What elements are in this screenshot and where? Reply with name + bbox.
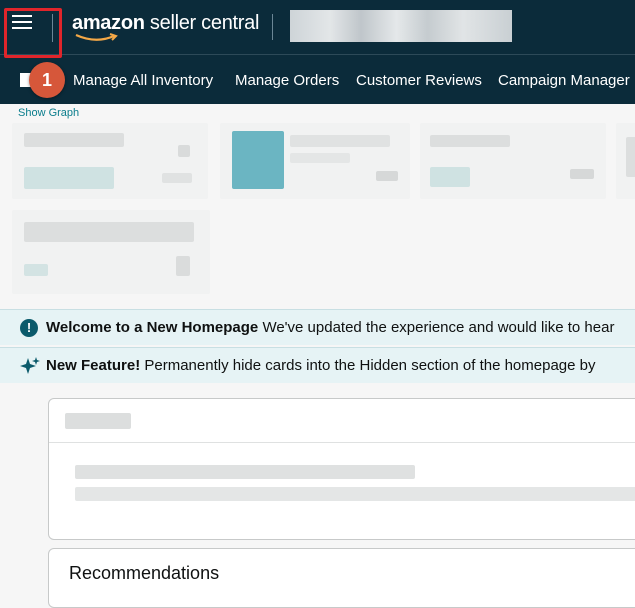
- nav-bar: Manage All Inventory Manage Orders Custo…: [0, 54, 635, 104]
- header-divider-2: [272, 14, 273, 40]
- step-badge: 1: [29, 62, 65, 98]
- sparkle-icon: [20, 357, 40, 374]
- nav-customer-reviews[interactable]: Customer Reviews: [356, 72, 482, 89]
- amazon-smile-logo-icon: [75, 33, 118, 41]
- welcome-banner: ! Welcome to a New Homepage We've update…: [0, 309, 635, 345]
- info-icon: !: [20, 319, 38, 337]
- show-graph-link[interactable]: Show Graph: [18, 107, 79, 119]
- metric-card[interactable]: [12, 210, 210, 294]
- new-feature-banner: New Feature! Permanently hide cards into…: [0, 347, 635, 383]
- hamburger-highlight-box: [4, 8, 62, 58]
- nav-campaign-manager[interactable]: Campaign Manager: [498, 72, 630, 89]
- redacted-card-header: [49, 399, 635, 443]
- redacted-card: [48, 398, 635, 540]
- metric-card[interactable]: [420, 123, 606, 199]
- recommendations-title: Recommendations: [69, 563, 220, 583]
- metric-card[interactable]: [220, 123, 410, 199]
- nav-manage-all-inventory[interactable]: Manage All Inventory: [73, 72, 213, 89]
- account-name-redacted[interactable]: [290, 10, 512, 42]
- metric-card[interactable]: [12, 123, 208, 199]
- metric-card[interactable]: [616, 123, 635, 199]
- top-header: amazon seller central: [0, 0, 635, 54]
- recommendations-card: Recommendations: [48, 548, 635, 608]
- nav-manage-orders[interactable]: Manage Orders: [235, 72, 339, 89]
